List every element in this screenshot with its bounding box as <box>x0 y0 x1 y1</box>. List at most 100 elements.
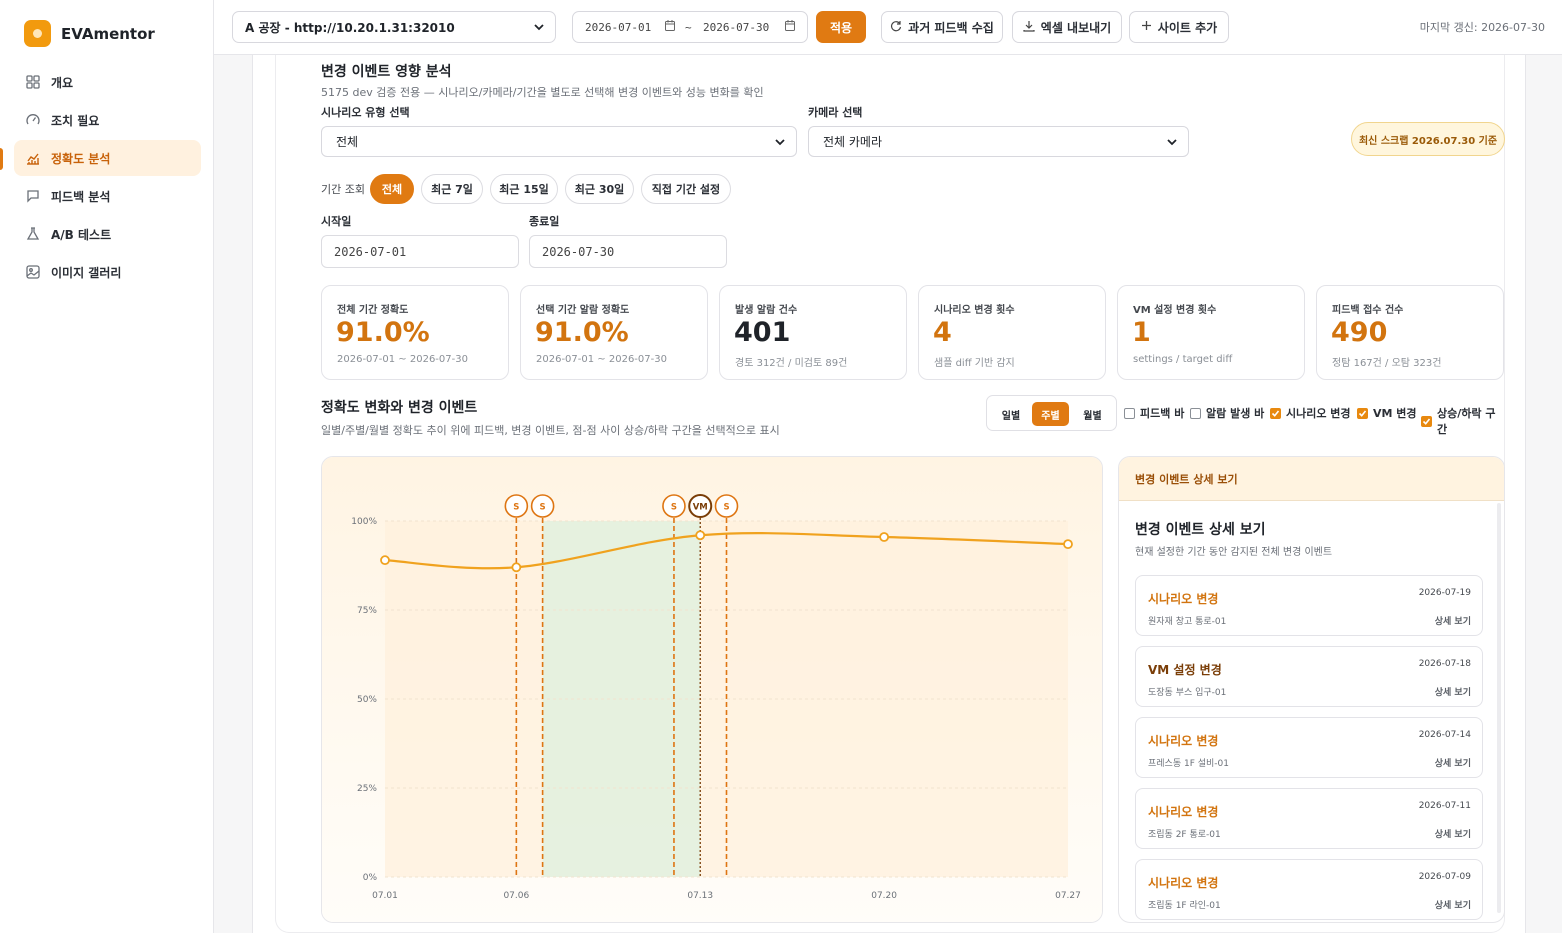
y-tick-label: 0% <box>363 873 378 883</box>
kpi-value: 490 <box>1331 317 1388 348</box>
sidebar-item-label: 정확도 분석 <box>51 151 111 166</box>
period-custom[interactable]: 직접 기간 설정 <box>641 174 731 204</box>
event-card[interactable]: 시나리오 변경 2026-07-14 프레스동 1F 설비-01 상세 보기 <box>1135 717 1483 778</box>
collect-feedback-label: 과거 피드백 수집 <box>908 20 994 35</box>
event-marker-label: VM <box>693 503 708 513</box>
event-detail-link[interactable]: 상세 보기 <box>1435 898 1471 911</box>
end-date-input[interactable]: 2026-07-30 <box>529 235 727 268</box>
sidebar-item-accuracy[interactable]: 정확도 분석 <box>14 140 201 176</box>
kpi-value: 1 <box>1132 317 1151 348</box>
scenario-select[interactable]: 전체 <box>321 126 797 157</box>
camera-value: 전체 카메라 <box>823 135 883 149</box>
period-15d[interactable]: 최근 15일 <box>490 174 558 204</box>
y-tick-label: 75% <box>357 606 377 616</box>
event-location: 조립동 2F 통로-01 <box>1148 830 1221 840</box>
kpi-sub: 샘플 diff 기반 감지 <box>934 358 1015 369</box>
trend-title: 정확도 변화와 변경 이벤트 <box>321 400 478 416</box>
collect-feedback-button[interactable]: 과거 피드백 수집 <box>881 11 1003 43</box>
toggle-label: VM 변경 <box>1373 407 1417 420</box>
toggle-alarm-bar[interactable]: 알람 발생 바 <box>1190 405 1264 421</box>
sidebar-item-ab-test[interactable]: A/B 테스트 <box>14 216 201 252</box>
period-all[interactable]: 전체 <box>370 174 414 204</box>
end-date-label: 종료일 <box>529 215 560 228</box>
event-date: 2026-07-11 <box>1418 801 1471 811</box>
kpi-card-feedback-count: 피드백 접수 건수 490 정탐 167건 / 오탐 323건 <box>1316 285 1504 380</box>
sidebar-item-label: 이미지 갤러리 <box>51 265 122 280</box>
sidebar-item-feedback[interactable]: 피드백 분석 <box>14 178 201 214</box>
kpi-sub: settings / target diff <box>1133 354 1233 365</box>
granularity-monthly[interactable]: 월별 <box>1074 402 1111 426</box>
event-type: 시나리오 변경 <box>1148 592 1219 606</box>
topbar: A 공장 - http://10.20.1.31:32010 2026-07-0… <box>214 0 1562 55</box>
kpi-title: 선택 기간 알람 정확도 <box>536 305 630 316</box>
message-icon <box>25 189 40 204</box>
sidebar-item-overview[interactable]: 개요 <box>14 64 201 100</box>
camera-label: 카메라 선택 <box>808 106 863 119</box>
accuracy-chart[interactable]: 0% 25% 50% 75% 100% 07.01 07.06 07.13 07.20 07.27… <box>322 457 1103 923</box>
event-detail-link[interactable]: 상세 보기 <box>1435 614 1471 627</box>
toggle-label: 상승/하락 구간 <box>1437 407 1496 436</box>
granularity-toggle: 일별 주별 월별 <box>986 395 1117 431</box>
camera-select[interactable]: 전체 카메라 <box>808 126 1189 157</box>
kpi-card-scenario-changes: 시나리오 변경 횟수 4 샘플 diff 기반 감지 <box>918 285 1106 380</box>
granularity-daily[interactable]: 일별 <box>993 402 1029 426</box>
detail-scrollbar[interactable] <box>1497 503 1501 913</box>
event-detail-link[interactable]: 상세 보기 <box>1435 827 1471 840</box>
event-card[interactable]: 시나리오 변경 2026-07-09 조립동 1F 라인-01 상세 보기 <box>1135 859 1483 920</box>
event-detail-link[interactable]: 상세 보기 <box>1435 756 1471 769</box>
chevron-down-icon <box>1167 139 1177 146</box>
start-date-input[interactable]: 2026-07-01 <box>321 235 519 268</box>
toggle-label: 알람 발생 바 <box>1206 407 1265 420</box>
y-tick-label: 100% <box>351 517 377 527</box>
event-card[interactable]: VM 설정 변경 2026-07-18 도장동 부스 입구-01 상세 보기 <box>1135 646 1483 707</box>
toggle-rise-fall[interactable]: 상승/하락 구간 <box>1421 405 1504 437</box>
export-excel-button[interactable]: 엑셀 내보내기 <box>1012 11 1122 43</box>
toggle-vm-change[interactable]: VM 변경 <box>1357 405 1417 421</box>
event-marker-label: S <box>671 503 677 513</box>
sidebar-item-action-needed[interactable]: 조치 필요 <box>14 102 201 138</box>
checkbox-unchecked-icon <box>1190 407 1201 419</box>
event-card[interactable]: 시나리오 변경 2026-07-19 원자재 창고 통로-01 상세 보기 <box>1135 575 1483 636</box>
event-date: 2026-07-14 <box>1418 730 1471 740</box>
last-updated: 마지막 갱신: 2026-07-30 <box>1419 21 1545 34</box>
checkbox-checked-icon <box>1357 407 1368 419</box>
event-date: 2026-07-09 <box>1418 872 1471 882</box>
download-icon <box>1023 20 1035 35</box>
apply-button[interactable]: 적용 <box>816 11 866 43</box>
add-site-button[interactable]: 사이트 추가 <box>1129 11 1229 43</box>
start-date-label: 시작일 <box>321 215 352 228</box>
checkbox-checked-icon <box>1270 407 1281 419</box>
site-select[interactable]: A 공장 - http://10.20.1.31:32010 <box>232 11 556 43</box>
date-range-input[interactable]: 2026-07-01 ~ 2026-07-30 <box>572 11 808 43</box>
sidebar-item-label: 피드백 분석 <box>51 189 111 204</box>
event-card[interactable]: 시나리오 변경 2026-07-11 조립동 2F 통로-01 상세 보기 <box>1135 788 1483 849</box>
brand[interactable]: EVAmentor <box>24 20 155 47</box>
sidebar-item-label: A/B 테스트 <box>51 227 112 242</box>
kpi-sub: 경토 312건 / 미검토 89건 <box>735 358 848 369</box>
period-7d[interactable]: 최근 7일 <box>421 174 483 204</box>
sidebar-item-label: 조치 필요 <box>51 113 100 128</box>
kpi-sub: 2026-07-01 ~ 2026-07-30 <box>536 354 667 365</box>
event-marker-label: S <box>513 503 519 513</box>
kpi-sub: 정탐 167건 / 오탐 323건 <box>1332 358 1442 369</box>
date-to: 2026-07-30 <box>703 20 770 34</box>
x-tick-label: 07.06 <box>503 891 529 901</box>
image-icon <box>25 265 40 280</box>
add-site-label: 사이트 추가 <box>1157 20 1218 35</box>
toggle-scenario-change[interactable]: 시나리오 변경 <box>1270 405 1351 421</box>
granularity-weekly[interactable]: 주별 <box>1032 402 1069 426</box>
event-date: 2026-07-18 <box>1418 659 1471 669</box>
active-indicator <box>0 148 3 170</box>
kpi-title: 시나리오 변경 횟수 <box>934 305 1015 316</box>
event-date: 2026-07-19 <box>1418 588 1471 598</box>
toggle-feedback-bar[interactable]: 피드백 바 <box>1124 405 1184 421</box>
accuracy-point <box>879 532 890 542</box>
kpi-card-vm-changes: VM 설정 변경 횟수 1 settings / target diff <box>1117 285 1305 380</box>
calendar-icon <box>665 20 675 34</box>
toggle-label: 피드백 바 <box>1140 407 1185 420</box>
period-30d[interactable]: 최근 30일 <box>565 174 634 204</box>
event-location: 도장동 부스 입구-01 <box>1148 688 1227 698</box>
x-tick-label: 07.13 <box>687 891 713 901</box>
event-detail-link[interactable]: 상세 보기 <box>1435 685 1471 698</box>
sidebar-item-gallery[interactable]: 이미지 갤러리 <box>14 254 201 290</box>
